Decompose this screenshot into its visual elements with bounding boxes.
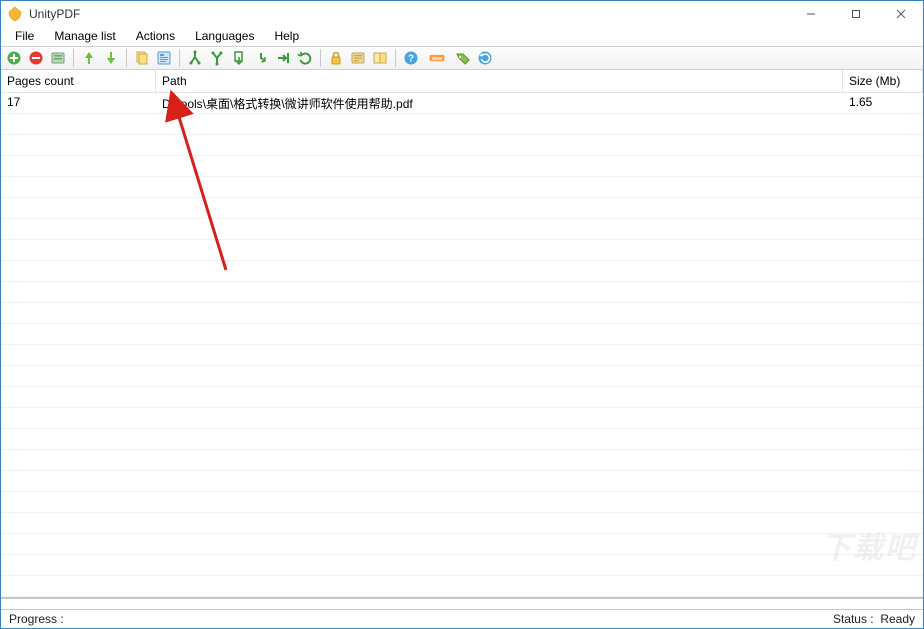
progress-bar-area: [1, 598, 923, 610]
empty-row: [1, 429, 923, 450]
empty-row: [1, 282, 923, 303]
minimize-button[interactable]: [788, 1, 833, 26]
empty-row: [1, 135, 923, 156]
arrow-up-icon[interactable]: [80, 49, 98, 67]
status-state: Status : Ready: [833, 612, 915, 626]
new-badge-icon[interactable]: NEW: [424, 49, 450, 67]
toolbar-separator: [320, 49, 321, 67]
status-progress-label: Progress :: [9, 612, 64, 626]
svg-text:?: ?: [408, 53, 414, 64]
toolbar: ? NEW: [1, 46, 923, 70]
empty-row: [1, 345, 923, 366]
add-icon[interactable]: [5, 49, 23, 67]
empty-row: [1, 408, 923, 429]
insert-icon[interactable]: [274, 49, 292, 67]
empty-row: [1, 576, 923, 597]
menu-file[interactable]: File: [5, 26, 44, 46]
close-button[interactable]: [878, 1, 923, 26]
lock-icon[interactable]: [327, 49, 345, 67]
menu-manage-list[interactable]: Manage list: [44, 26, 125, 46]
tag-icon[interactable]: [454, 49, 472, 67]
empty-row: [1, 387, 923, 408]
empty-row: [1, 219, 923, 240]
empty-row: [1, 534, 923, 555]
empty-row: [1, 261, 923, 282]
cell-pages: 17: [1, 93, 156, 113]
file-list[interactable]: Pages count Path Size (Mb) 17 D:\tools\桌…: [1, 70, 923, 598]
help-icon[interactable]: ?: [402, 49, 420, 67]
empty-row: [1, 114, 923, 135]
menu-actions[interactable]: Actions: [126, 26, 185, 46]
maximize-button[interactable]: [833, 1, 878, 26]
empty-row: [1, 198, 923, 219]
rotate-icon[interactable]: [252, 49, 270, 67]
empty-row: [1, 492, 923, 513]
empty-row: [1, 450, 923, 471]
toolbar-separator: [179, 49, 180, 67]
cell-path: D:\tools\桌面\格式转换\微讲师软件使用帮助.pdf: [156, 93, 843, 113]
empty-row: [1, 513, 923, 534]
menu-help[interactable]: Help: [264, 26, 309, 46]
refresh-icon[interactable]: [476, 49, 494, 67]
cell-size: 1.65: [843, 93, 923, 113]
table-row[interactable]: 17 D:\tools\桌面\格式转换\微讲师软件使用帮助.pdf 1.65: [1, 93, 923, 114]
empty-row: [1, 156, 923, 177]
split-icon[interactable]: [186, 49, 204, 67]
empty-row: [1, 177, 923, 198]
toolbar-separator: [126, 49, 127, 67]
remove-icon[interactable]: [27, 49, 45, 67]
statusbar: Progress : Status : Ready: [1, 610, 923, 628]
window-title: UnityPDF: [29, 7, 80, 21]
empty-row: [1, 240, 923, 261]
toolbar-separator: [73, 49, 74, 67]
empty-row: [1, 366, 923, 387]
app-window: UnityPDF File Manage list Actions Langua…: [0, 0, 924, 629]
metadata-icon[interactable]: [349, 49, 367, 67]
svg-text:NEW: NEW: [432, 56, 443, 61]
column-pages-count[interactable]: Pages count: [1, 70, 156, 92]
menubar: File Manage list Actions Languages Help: [1, 26, 923, 46]
column-size[interactable]: Size (Mb): [843, 70, 923, 92]
undo-rotate-icon[interactable]: [296, 49, 314, 67]
menu-languages[interactable]: Languages: [185, 26, 264, 46]
arrow-down-icon[interactable]: [102, 49, 120, 67]
titlebar: UnityPDF: [1, 1, 923, 26]
compare-icon[interactable]: [371, 49, 389, 67]
list-body[interactable]: 17 D:\tools\桌面\格式转换\微讲师软件使用帮助.pdf 1.65: [1, 93, 923, 598]
properties-icon[interactable]: [155, 49, 173, 67]
save-list-icon[interactable]: [49, 49, 67, 67]
list-header: Pages count Path Size (Mb): [1, 70, 923, 93]
empty-row: [1, 555, 923, 576]
window-controls: [788, 1, 923, 26]
empty-row: [1, 471, 923, 492]
copy-icon[interactable]: [133, 49, 151, 67]
app-icon: [7, 6, 23, 22]
toolbar-separator: [395, 49, 396, 67]
merge-icon[interactable]: [208, 49, 226, 67]
column-path[interactable]: Path: [156, 70, 843, 92]
empty-row: [1, 324, 923, 345]
extract-pages-icon[interactable]: [230, 49, 248, 67]
empty-row: [1, 303, 923, 324]
